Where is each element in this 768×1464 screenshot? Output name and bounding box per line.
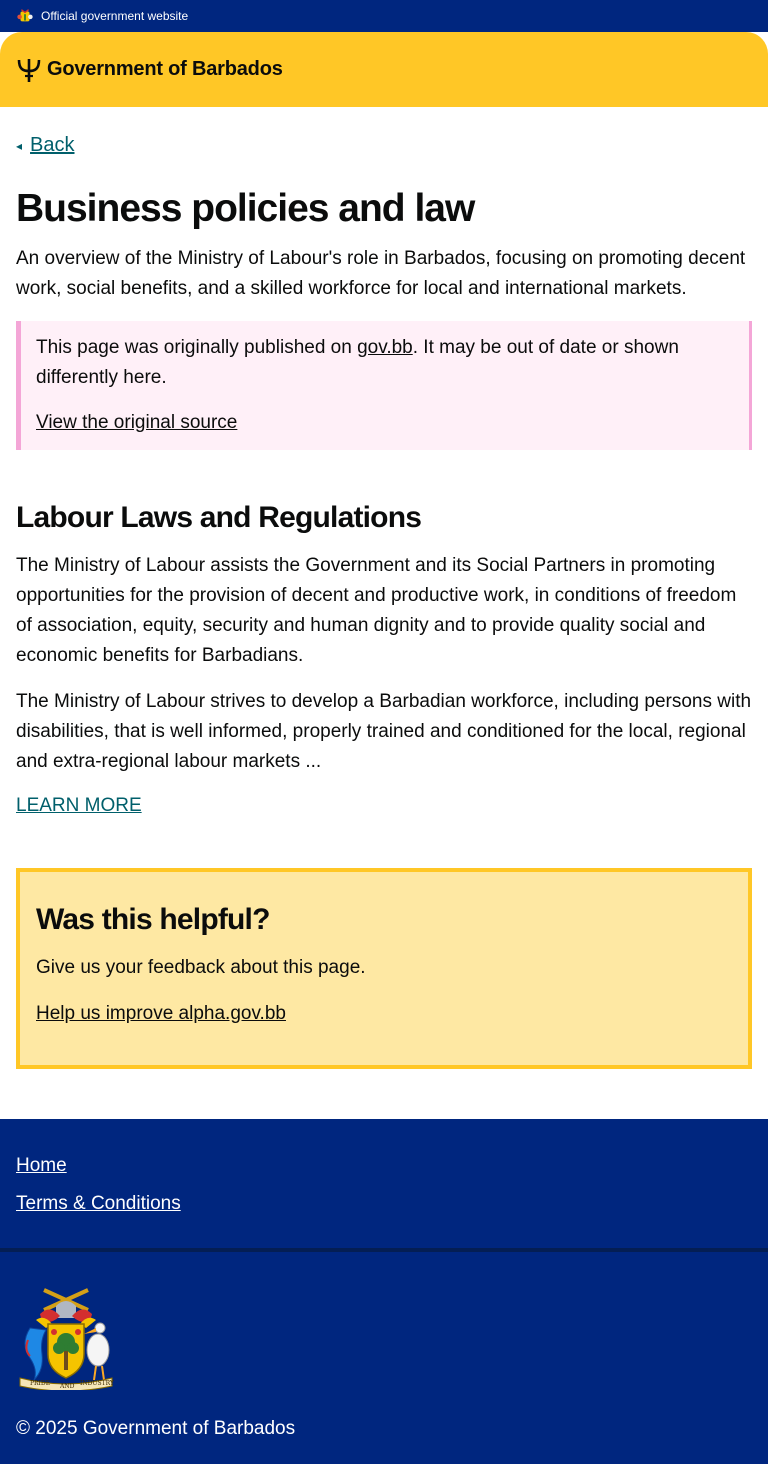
back-navigation: ◂ Back <box>16 107 752 187</box>
motto-word: PRIDE <box>30 1380 50 1387</box>
section-title: Labour Laws and Regulations <box>16 501 422 534</box>
motto-word: INDUSTRY <box>80 1380 115 1387</box>
main-content: ◂ Back Business policies and law An over… <box>0 107 768 1069</box>
back-link[interactable]: Back <box>30 134 74 157</box>
feedback-link[interactable]: Help us improve alpha.gov.bb <box>36 1001 732 1027</box>
site-footer: Home Terms & Conditions PRIDE AND INDUST… <box>0 1119 768 1464</box>
arrow-left-icon: ◂ <box>16 138 23 153</box>
feedback-text: Give us your feedback about this page. <box>36 957 366 978</box>
coat-of-arms-icon: PRIDE AND INDUSTRY <box>19 1288 115 1390</box>
section-paragraph: The Ministry of Labour assists the Gover… <box>16 555 737 666</box>
footer-bottom: PRIDE AND INDUSTRY © 2025 Government of … <box>0 1252 768 1442</box>
footer-link-terms[interactable]: Terms & Conditions <box>16 1191 752 1217</box>
barbados-crest-icon <box>17 9 33 22</box>
official-website-label: Official government website <box>41 9 189 23</box>
trident-icon[interactable] <box>16 57 42 83</box>
motto-word: AND <box>59 1383 75 1390</box>
footer-links: Home Terms & Conditions <box>0 1119 768 1252</box>
feedback-panel: Was this helpful? Give us your feedback … <box>16 868 752 1069</box>
notice-text: This page was originally published on go… <box>36 333 733 393</box>
feedback-title: Was this helpful? <box>36 903 270 936</box>
page-title: Business policies and law <box>16 187 475 230</box>
gov-bb-link[interactable]: gov.bb <box>357 337 413 358</box>
copyright: © 2025 Government of Barbados <box>16 1418 296 1439</box>
footer-link-home[interactable]: Home <box>16 1153 752 1179</box>
section-paragraph: The Ministry of Labour strives to develo… <box>16 691 752 772</box>
original-source-notice: This page was originally published on go… <box>16 321 752 450</box>
official-website-banner: Official government website <box>0 0 768 32</box>
view-original-source-link[interactable]: View the original source <box>36 408 733 438</box>
notice-text-before: This page was originally published on <box>36 337 358 358</box>
learn-more-link[interactable]: LEARN MORE <box>16 793 752 819</box>
site-title-link[interactable]: Government of Barbados <box>47 58 283 81</box>
page-lead: An overview of the Ministry of Labour's … <box>16 248 746 299</box>
site-header: Government of Barbados <box>0 32 768 107</box>
